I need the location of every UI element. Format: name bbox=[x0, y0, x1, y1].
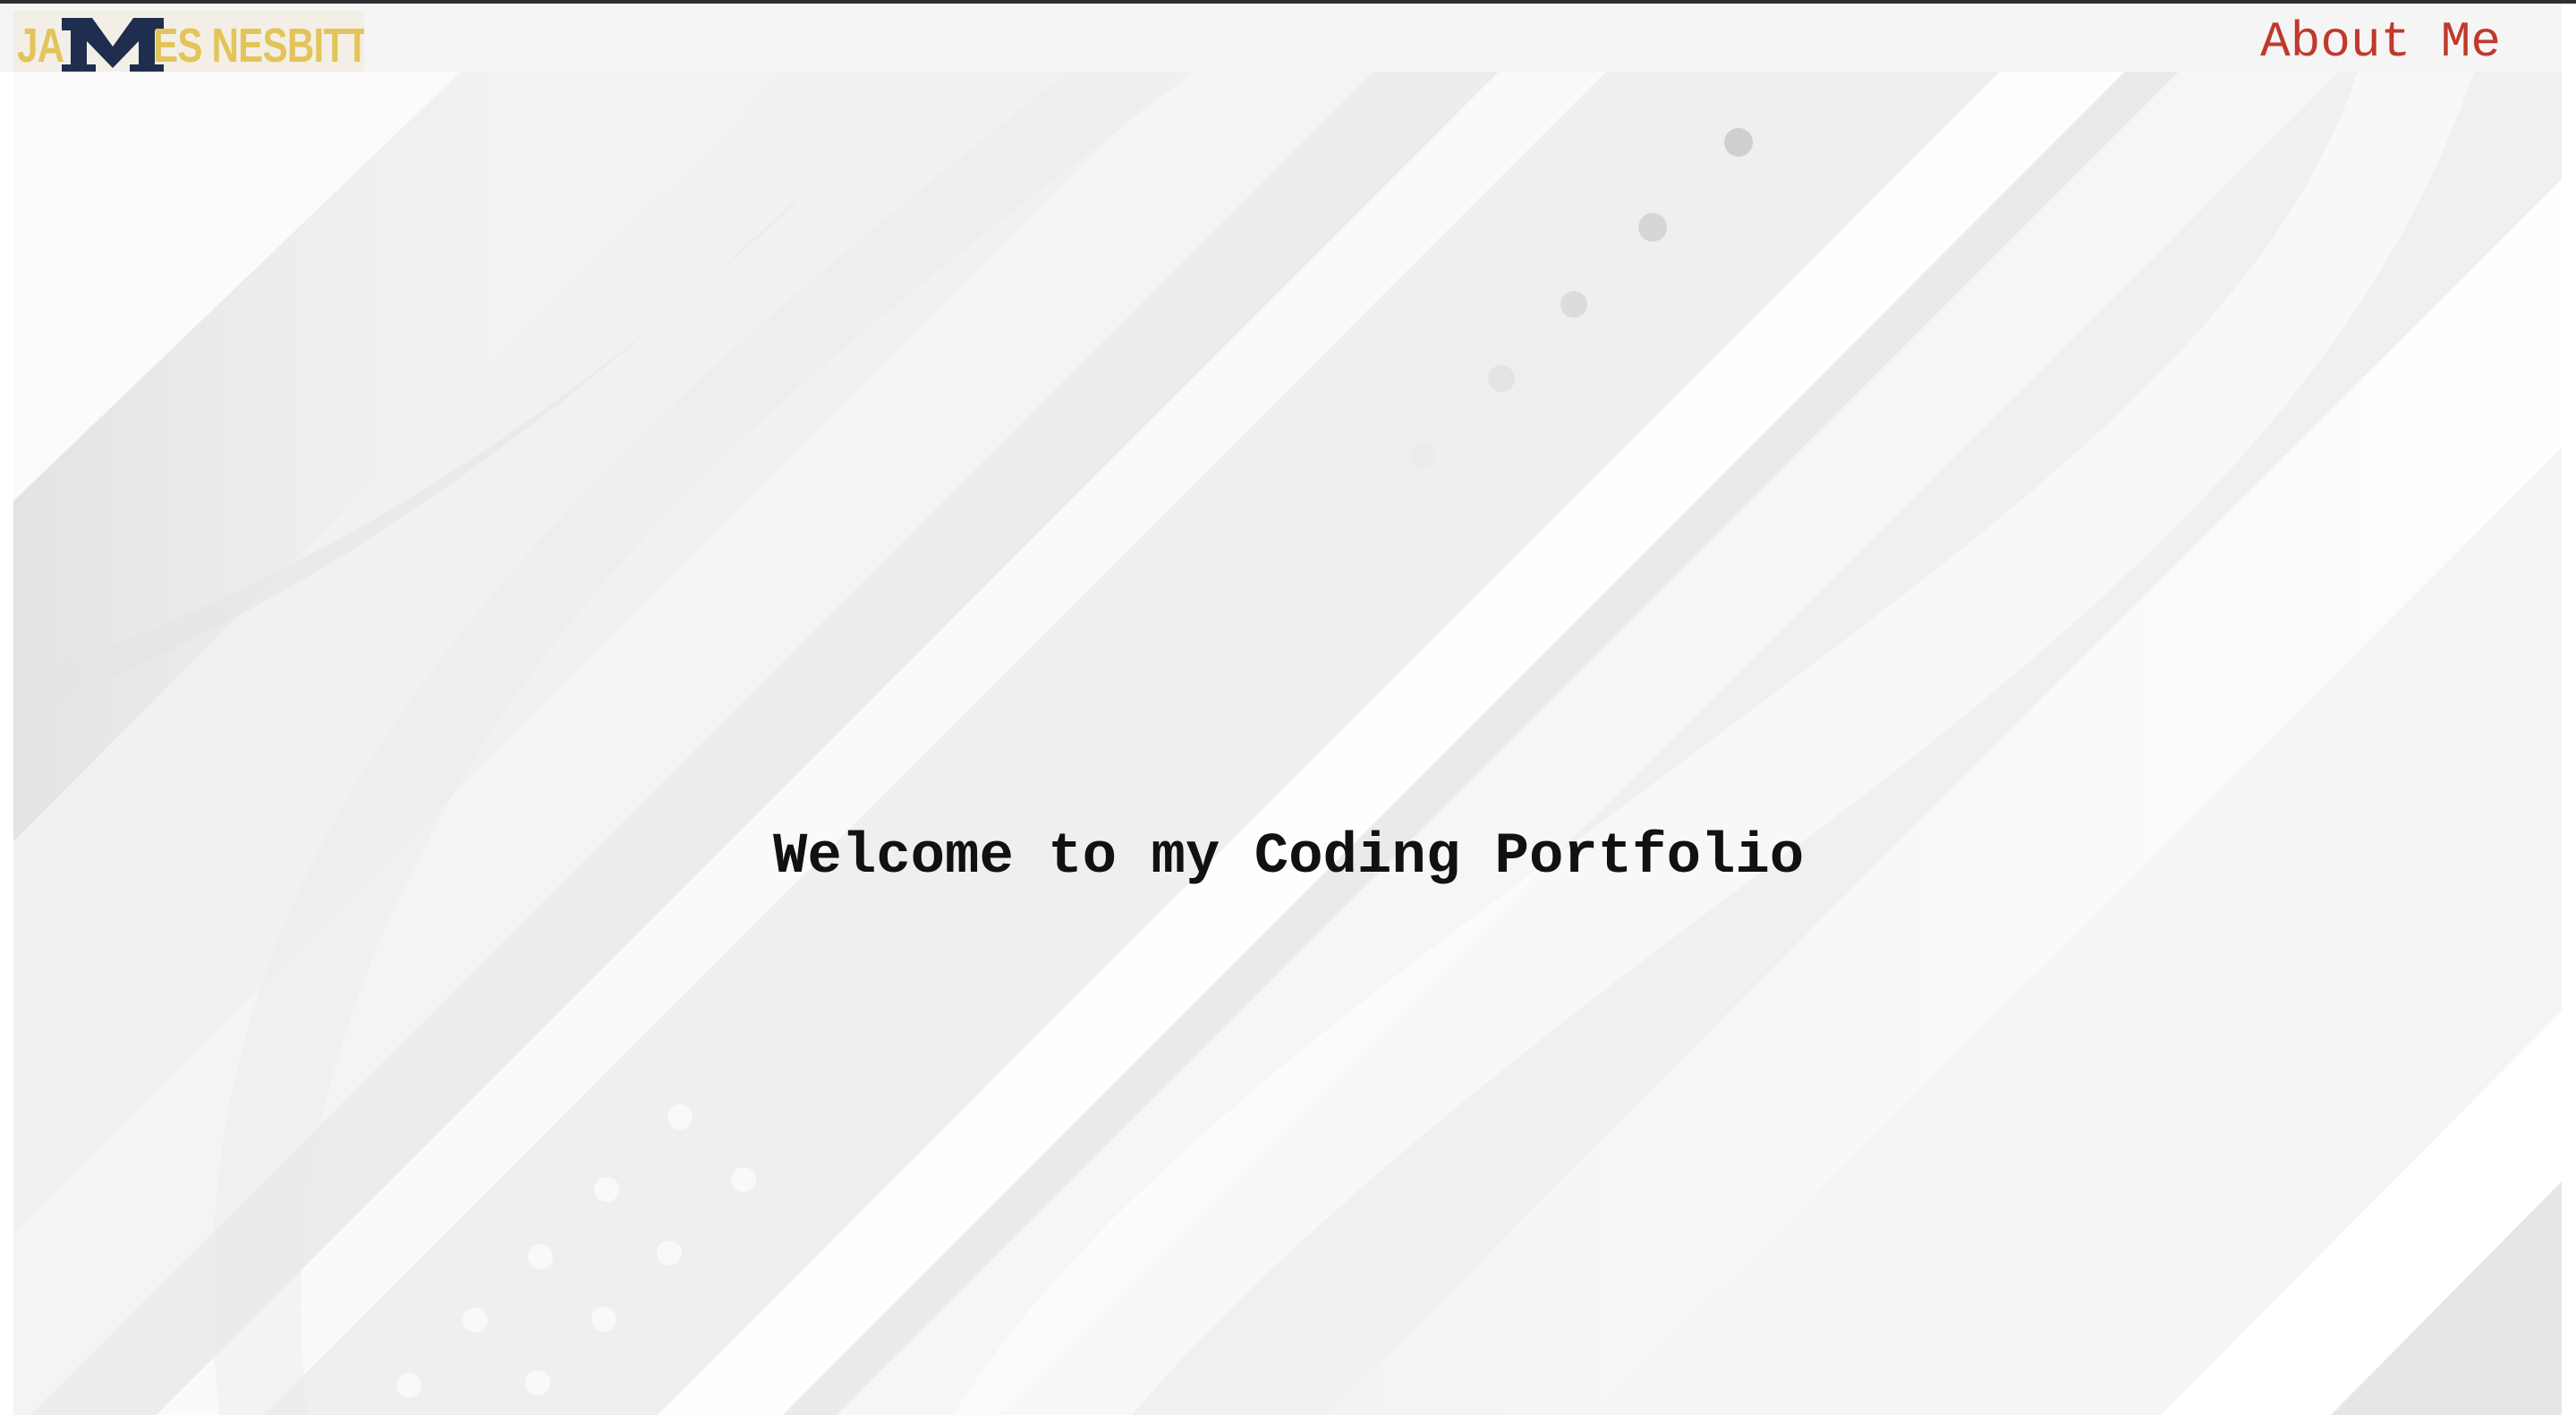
navbar: JA ES NESBITT About Me bbox=[0, 4, 2562, 75]
logo-suffix-text: ES NESBITT bbox=[153, 19, 364, 72]
hero-welcome-title: Welcome to my Coding Portfolio bbox=[773, 825, 1805, 890]
logo-monogram-m bbox=[62, 18, 164, 75]
logo-prefix-text: JA bbox=[17, 19, 64, 72]
nav-about-me-link[interactable]: About Me bbox=[2260, 14, 2501, 70]
site-logo[interactable]: JA ES NESBITT bbox=[13, 11, 364, 75]
page: JA ES NESBITT About Me Welcome to my Cod… bbox=[0, 0, 2576, 1415]
abstract-background-graphic bbox=[13, 72, 2562, 1415]
hero-section: Welcome to my Coding Portfolio bbox=[13, 72, 2562, 1415]
